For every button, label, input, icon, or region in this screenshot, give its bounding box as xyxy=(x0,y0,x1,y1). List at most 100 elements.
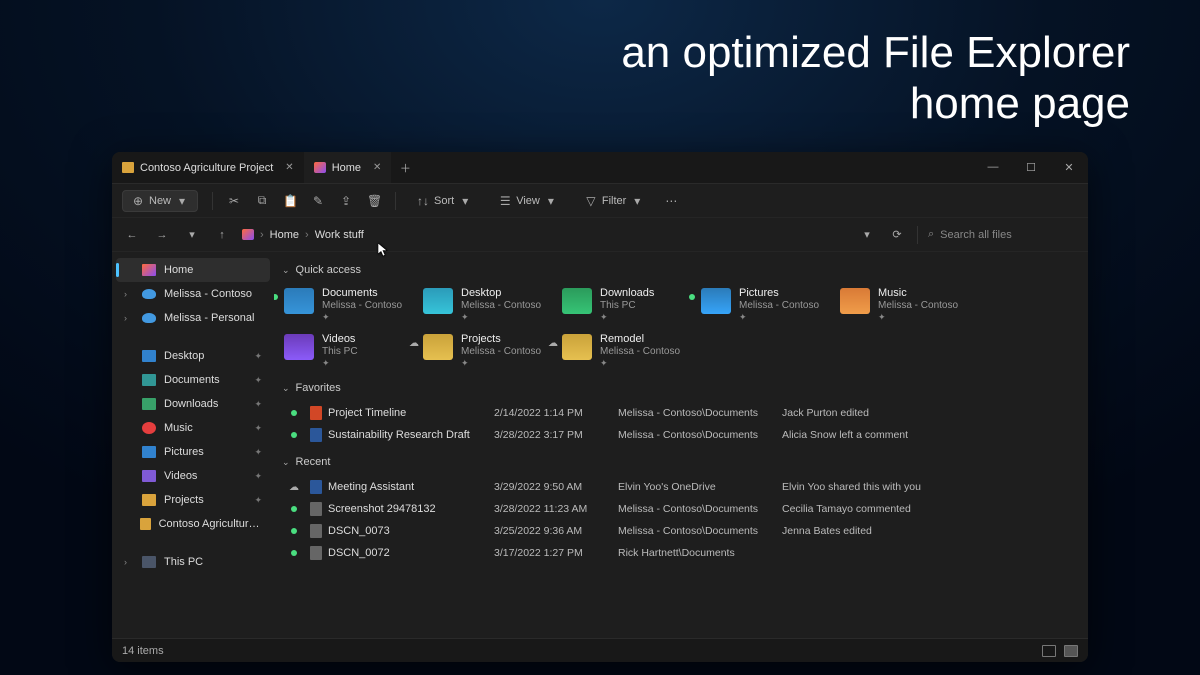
sidebar-item-this-pc[interactable]: ›This PC xyxy=(116,550,270,574)
sidebar-item-downloads[interactable]: Downloads ✦ xyxy=(116,392,270,416)
cloud-icon xyxy=(142,313,156,323)
quick-access-item[interactable]: DownloadsThis PC✦ xyxy=(558,284,693,326)
sidebar-item-contoso-agriculture[interactable]: Contoso Agriculture Project xyxy=(116,512,270,536)
forward-button[interactable]: → xyxy=(152,229,172,241)
content-pane: ⌄ Quick access DocumentsMelissa - Contos… xyxy=(274,252,1088,638)
more-icon[interactable]: ⋯ xyxy=(664,194,678,208)
copy-icon[interactable]: ⧉ xyxy=(255,193,269,208)
tab-contoso[interactable]: Contoso Agriculture Project ✕ xyxy=(112,152,304,183)
search-box[interactable]: ⌕ Search all files xyxy=(928,228,1078,241)
item-location: This PC xyxy=(322,346,358,358)
sidebar-item-label: Projects xyxy=(164,494,204,506)
chevron-down-icon: ▾ xyxy=(544,194,558,208)
pin-icon: ✦ xyxy=(254,399,262,410)
chevron-right-icon[interactable]: › xyxy=(124,289,134,299)
sidebar-item-label: Music xyxy=(164,422,193,434)
tab-home[interactable]: Home ✕ xyxy=(304,152,392,183)
section-favorites[interactable]: ⌄ Favorites xyxy=(282,382,1080,394)
status-dot-icon xyxy=(291,410,297,416)
sidebar-item-videos[interactable]: Videos✦ xyxy=(116,464,270,488)
folder-icon xyxy=(284,288,314,314)
list-item[interactable]: Project Timeline2/14/2022 1:14 PMMelissa… xyxy=(280,402,1080,424)
sidebar-item-home[interactable]: Home xyxy=(116,258,270,282)
list-item[interactable]: Screenshot 294781323/28/2022 11:23 AMMel… xyxy=(280,498,1080,520)
breadcrumb[interactable]: › Home › Work stuff xyxy=(242,229,364,241)
new-button[interactable]: ⊕ New ▾ xyxy=(122,190,198,212)
up-button[interactable]: ↑ xyxy=(212,229,232,241)
chevron-down-icon: ▾ xyxy=(458,194,472,208)
maximize-button[interactable]: ☐ xyxy=(1012,161,1050,174)
cloud-icon: ☁ xyxy=(409,338,419,349)
crumb-home[interactable]: Home xyxy=(270,229,299,241)
quick-access-item[interactable]: PicturesMelissa - Contoso✦ xyxy=(697,284,832,326)
quick-access-item[interactable]: DesktopMelissa - Contoso✦ xyxy=(419,284,554,326)
view-button[interactable]: ☰ View ▾ xyxy=(492,191,564,211)
sidebar-item-music[interactable]: Music✦ xyxy=(116,416,270,440)
details-view-button[interactable] xyxy=(1042,645,1056,657)
quick-access-item[interactable]: ☁ProjectsMelissa - Contoso✦ xyxy=(419,330,554,372)
videos-icon xyxy=(142,470,156,482)
headline-line2: home page xyxy=(621,79,1130,130)
tab-label: Home xyxy=(332,162,361,174)
sort-button[interactable]: ↑↓ Sort ▾ xyxy=(410,191,478,211)
quick-access-grid: DocumentsMelissa - Contoso✦DesktopMeliss… xyxy=(280,284,1080,372)
filter-icon: ▽ xyxy=(584,194,598,208)
downloads-icon xyxy=(142,398,156,410)
separator xyxy=(212,192,213,210)
recent-dropdown[interactable]: ▾ xyxy=(182,228,202,241)
chevron-right-icon[interactable]: › xyxy=(124,313,134,323)
thumbnails-view-button[interactable] xyxy=(1064,645,1078,657)
item-name: Screenshot 29478132 xyxy=(310,502,490,516)
list-item[interactable]: DSCN_00723/17/2022 1:27 PMRick Hartnett\… xyxy=(280,542,1080,564)
chevron-right-icon[interactable]: › xyxy=(124,557,134,567)
list-item[interactable]: DSCN_00733/25/2022 9:36 AMMelissa - Cont… xyxy=(280,520,1080,542)
close-tab-icon[interactable]: ✕ xyxy=(373,162,381,173)
quick-access-item[interactable]: DocumentsMelissa - Contoso✦ xyxy=(280,284,415,326)
sidebar-item-label: Contoso Agriculture Project xyxy=(159,518,262,530)
item-activity: Jenna Bates edited xyxy=(782,525,1080,537)
delete-icon[interactable]: 🗑 xyxy=(367,194,381,208)
sidebar-item-account-contoso[interactable]: › Melissa - Contoso xyxy=(116,282,270,306)
sidebar-item-label: Downloads xyxy=(164,398,218,410)
chevron-down-icon[interactable]: ▾ xyxy=(857,228,877,241)
section-recent[interactable]: ⌄ Recent xyxy=(282,456,1080,468)
filter-button[interactable]: ▽ Filter ▾ xyxy=(578,191,650,211)
paste-icon[interactable]: 📋 xyxy=(283,194,297,208)
pin-icon: ✦ xyxy=(461,312,541,322)
promo-headline: an optimized File Explorer home page xyxy=(621,28,1130,129)
sidebar-item-desktop[interactable]: Desktop✦ xyxy=(116,344,270,368)
chevron-down-icon: ⌄ xyxy=(282,265,290,276)
item-name: Pictures xyxy=(739,287,819,300)
crumb-workstuff[interactable]: Work stuff xyxy=(315,229,364,241)
section-quick-access[interactable]: ⌄ Quick access xyxy=(282,264,1080,276)
list-item[interactable]: Sustainability Research Draft3/28/2022 3… xyxy=(280,424,1080,446)
desktop-icon xyxy=(142,350,156,362)
new-tab-button[interactable]: ＋ xyxy=(391,160,419,176)
quick-access-item[interactable]: MusicMelissa - Contoso✦ xyxy=(836,284,971,326)
rename-icon[interactable]: ✎ xyxy=(311,194,325,208)
plus-icon: ⊕ xyxy=(131,194,145,208)
file-icon xyxy=(310,502,322,516)
refresh-button[interactable]: ⟳ xyxy=(887,228,907,241)
close-tab-icon[interactable]: ✕ xyxy=(285,162,293,173)
minimize-button[interactable]: ― xyxy=(974,161,1012,174)
sidebar-item-projects[interactable]: Projects✦ xyxy=(116,488,270,512)
pin-icon: ✦ xyxy=(878,312,958,322)
item-name: Sustainability Research Draft xyxy=(310,428,490,442)
sidebar-item-account-personal[interactable]: › Melissa - Personal xyxy=(116,306,270,330)
back-button[interactable]: ← xyxy=(122,229,142,241)
sidebar-item-pictures[interactable]: Pictures✦ xyxy=(116,440,270,464)
close-button[interactable]: ✕ xyxy=(1050,161,1088,174)
share-icon[interactable]: ⇪ xyxy=(339,194,353,208)
sort-label: Sort xyxy=(434,195,454,207)
item-name: Remodel xyxy=(600,333,680,346)
cut-icon[interactable]: ✂ xyxy=(227,194,241,208)
pin-icon: ✦ xyxy=(254,351,262,362)
quick-access-item[interactable]: VideosThis PC✦ xyxy=(280,330,415,372)
quick-access-item[interactable]: ☁RemodelMelissa - Contoso✦ xyxy=(558,330,693,372)
list-item[interactable]: ☁Meeting Assistant3/29/2022 9:50 AMElvin… xyxy=(280,476,1080,498)
folder-icon xyxy=(840,288,870,314)
home-icon xyxy=(242,229,254,240)
sidebar-item-documents[interactable]: Documents✦ xyxy=(116,368,270,392)
favorites-list: Project Timeline2/14/2022 1:14 PMMelissa… xyxy=(280,402,1080,446)
